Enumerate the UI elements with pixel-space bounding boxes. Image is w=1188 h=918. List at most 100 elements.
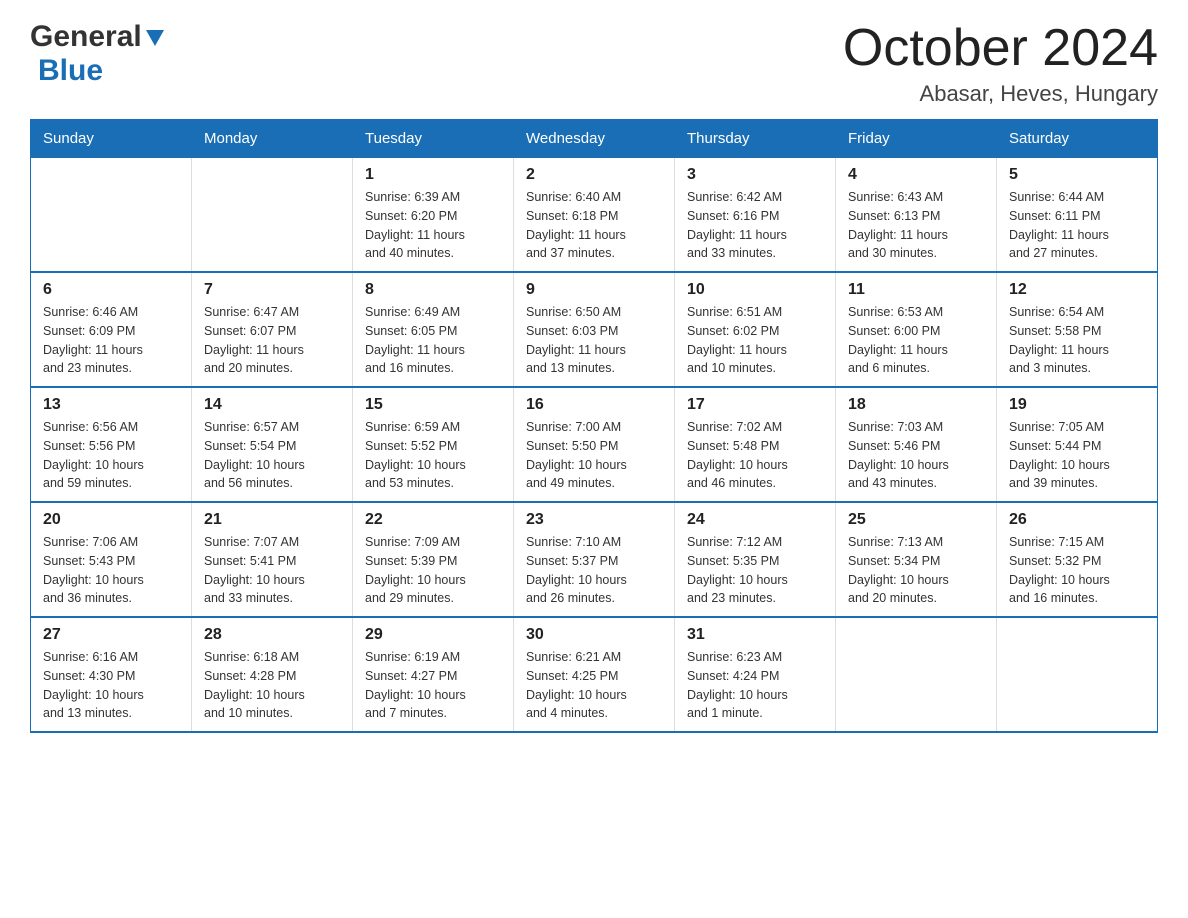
- calendar-cell: 13 Sunrise: 6:56 AM Sunset: 5:56 PM Dayli…: [31, 387, 192, 502]
- day-number: 23: [526, 511, 662, 529]
- day-number: 2: [526, 166, 662, 184]
- day-number: 21: [204, 511, 340, 529]
- header-cell-wednesday: Wednesday: [514, 120, 675, 158]
- day-info: Sunrise: 7:06 AM Sunset: 5:43 PM Dayligh…: [43, 533, 179, 608]
- calendar-header: SundayMondayTuesdayWednesdayThursdayFrid…: [31, 120, 1158, 158]
- day-info: Sunrise: 7:07 AM Sunset: 5:41 PM Dayligh…: [204, 533, 340, 608]
- calendar-cell: 8Sunrise: 6:49 AM Sunset: 6:05 PM Daylig…: [353, 272, 514, 387]
- header-cell-monday: Monday: [192, 120, 353, 158]
- day-number: 22: [365, 511, 501, 529]
- calendar-cell: [836, 617, 997, 732]
- day-info: Sunrise: 6:19 AM Sunset: 4:27 PM Dayligh…: [365, 648, 501, 723]
- day-info: Sunrise: 7:00 AM Sunset: 5:50 PM Dayligh…: [526, 418, 662, 493]
- day-number: 5: [1009, 166, 1145, 184]
- day-number: 29: [365, 626, 501, 644]
- calendar-cell: 20 Sunrise: 7:06 AM Sunset: 5:43 PM Dayli…: [31, 502, 192, 617]
- day-info: Sunrise: 6:50 AM Sunset: 6:03 PM Dayligh…: [526, 303, 662, 378]
- calendar-cell: 12Sunrise: 6:54 AM Sunset: 5:58 PM Dayli…: [997, 272, 1158, 387]
- day-number: 15: [365, 396, 501, 414]
- day-info: Sunrise: 6:46 AM Sunset: 6:09 PM Dayligh…: [43, 303, 179, 378]
- day-number: 9: [526, 281, 662, 299]
- header-cell-saturday: Saturday: [997, 120, 1158, 158]
- page-header: General Blue October 2024 Abasar, Heves,…: [30, 20, 1158, 107]
- week-row-5: 27Sunrise: 6:16 AM Sunset: 4:30 PM Dayli…: [31, 617, 1158, 732]
- calendar-cell: 26 Sunrise: 7:15 AM Sunset: 5:32 PM Dayli…: [997, 502, 1158, 617]
- calendar-cell: 25 Sunrise: 7:13 AM Sunset: 5:34 PM Dayli…: [836, 502, 997, 617]
- day-info: Sunrise: 6:40 AM Sunset: 6:18 PM Dayligh…: [526, 188, 662, 263]
- calendar-cell: 30Sunrise: 6:21 AM Sunset: 4:25 PM Dayli…: [514, 617, 675, 732]
- day-number: 31: [687, 626, 823, 644]
- day-number: 27: [43, 626, 179, 644]
- page-subtitle: Abasar, Heves, Hungary: [843, 81, 1158, 107]
- calendar-cell: [192, 158, 353, 273]
- calendar-cell: [997, 617, 1158, 732]
- calendar-cell: 15Sunrise: 6:59 AM Sunset: 5:52 PM Dayli…: [353, 387, 514, 502]
- calendar-cell: 18Sunrise: 7:03 AM Sunset: 5:46 PM Dayli…: [836, 387, 997, 502]
- day-info: Sunrise: 7:10 AM Sunset: 5:37 PM Dayligh…: [526, 533, 662, 608]
- day-number: 7: [204, 281, 340, 299]
- calendar-cell: 22 Sunrise: 7:09 AM Sunset: 5:39 PM Dayli…: [353, 502, 514, 617]
- day-info: Sunrise: 7:05 AM Sunset: 5:44 PM Dayligh…: [1009, 418, 1145, 493]
- day-info: Sunrise: 6:18 AM Sunset: 4:28 PM Dayligh…: [204, 648, 340, 723]
- calendar-cell: 14 Sunrise: 6:57 AM Sunset: 5:54 PM Dayli…: [192, 387, 353, 502]
- day-number: 26: [1009, 511, 1145, 529]
- day-info: Sunrise: 7:09 AM Sunset: 5:39 PM Dayligh…: [365, 533, 501, 608]
- calendar-cell: 11 Sunrise: 6:53 AM Sunset: 6:00 PM Dayli…: [836, 272, 997, 387]
- calendar-cell: 7 Sunrise: 6:47 AM Sunset: 6:07 PM Daylig…: [192, 272, 353, 387]
- day-number: 24: [687, 511, 823, 529]
- calendar-cell: 9 Sunrise: 6:50 AM Sunset: 6:03 PM Daylig…: [514, 272, 675, 387]
- day-info: Sunrise: 6:51 AM Sunset: 6:02 PM Dayligh…: [687, 303, 823, 378]
- day-number: 11: [848, 281, 984, 299]
- day-info: Sunrise: 6:42 AM Sunset: 6:16 PM Dayligh…: [687, 188, 823, 263]
- calendar-cell: 6 Sunrise: 6:46 AM Sunset: 6:09 PM Daylig…: [31, 272, 192, 387]
- calendar-cell: 3 Sunrise: 6:42 AM Sunset: 6:16 PM Daylig…: [675, 158, 836, 273]
- day-info: Sunrise: 7:13 AM Sunset: 5:34 PM Dayligh…: [848, 533, 984, 608]
- day-info: Sunrise: 7:02 AM Sunset: 5:48 PM Dayligh…: [687, 418, 823, 493]
- day-number: 6: [43, 281, 179, 299]
- logo-wrapper: General: [30, 20, 167, 54]
- header-cell-thursday: Thursday: [675, 120, 836, 158]
- calendar-cell: 2 Sunrise: 6:40 AM Sunset: 6:18 PM Daylig…: [514, 158, 675, 273]
- calendar-body: 1Sunrise: 6:39 AM Sunset: 6:20 PM Daylig…: [31, 158, 1158, 733]
- day-info: Sunrise: 6:47 AM Sunset: 6:07 PM Dayligh…: [204, 303, 340, 378]
- day-number: 20: [43, 511, 179, 529]
- day-number: 1: [365, 166, 501, 184]
- page-title: October 2024: [843, 20, 1158, 77]
- week-row-1: 1Sunrise: 6:39 AM Sunset: 6:20 PM Daylig…: [31, 158, 1158, 273]
- logo-general-text: General: [30, 20, 142, 54]
- calendar-cell: 21 Sunrise: 7:07 AM Sunset: 5:41 PM Dayli…: [192, 502, 353, 617]
- calendar-cell: 27Sunrise: 6:16 AM Sunset: 4:30 PM Dayli…: [31, 617, 192, 732]
- day-info: Sunrise: 7:15 AM Sunset: 5:32 PM Dayligh…: [1009, 533, 1145, 608]
- calendar-cell: 10 Sunrise: 6:51 AM Sunset: 6:02 PM Dayli…: [675, 272, 836, 387]
- calendar-cell: 5 Sunrise: 6:44 AM Sunset: 6:11 PM Daylig…: [997, 158, 1158, 273]
- day-info: Sunrise: 6:53 AM Sunset: 6:00 PM Dayligh…: [848, 303, 984, 378]
- week-row-2: 6 Sunrise: 6:46 AM Sunset: 6:09 PM Daylig…: [31, 272, 1158, 387]
- calendar-cell: 19Sunrise: 7:05 AM Sunset: 5:44 PM Dayli…: [997, 387, 1158, 502]
- title-area: October 2024 Abasar, Heves, Hungary: [843, 20, 1158, 107]
- calendar-cell: 29 Sunrise: 6:19 AM Sunset: 4:27 PM Dayli…: [353, 617, 514, 732]
- calendar-cell: [31, 158, 192, 273]
- calendar-cell: 24 Sunrise: 7:12 AM Sunset: 5:35 PM Dayli…: [675, 502, 836, 617]
- day-number: 4: [848, 166, 984, 184]
- day-info: Sunrise: 6:23 AM Sunset: 4:24 PM Dayligh…: [687, 648, 823, 723]
- calendar-cell: 28Sunrise: 6:18 AM Sunset: 4:28 PM Dayli…: [192, 617, 353, 732]
- day-number: 30: [526, 626, 662, 644]
- header-cell-sunday: Sunday: [31, 120, 192, 158]
- day-number: 10: [687, 281, 823, 299]
- day-number: 25: [848, 511, 984, 529]
- calendar-cell: 31 Sunrise: 6:23 AM Sunset: 4:24 PM Dayli…: [675, 617, 836, 732]
- day-number: 3: [687, 166, 823, 184]
- day-number: 17: [687, 396, 823, 414]
- day-info: Sunrise: 6:49 AM Sunset: 6:05 PM Dayligh…: [365, 303, 501, 378]
- day-info: Sunrise: 6:44 AM Sunset: 6:11 PM Dayligh…: [1009, 188, 1145, 263]
- calendar-cell: 17 Sunrise: 7:02 AM Sunset: 5:48 PM Dayli…: [675, 387, 836, 502]
- day-info: Sunrise: 6:57 AM Sunset: 5:54 PM Dayligh…: [204, 418, 340, 493]
- day-number: 14: [204, 396, 340, 414]
- day-number: 13: [43, 396, 179, 414]
- day-info: Sunrise: 7:12 AM Sunset: 5:35 PM Dayligh…: [687, 533, 823, 608]
- logo-second-line: Blue: [30, 54, 103, 88]
- day-info: Sunrise: 6:56 AM Sunset: 5:56 PM Dayligh…: [43, 418, 179, 493]
- logo-blue-text: Blue: [38, 54, 103, 88]
- header-row: SundayMondayTuesdayWednesdayThursdayFrid…: [31, 120, 1158, 158]
- calendar-cell: 1Sunrise: 6:39 AM Sunset: 6:20 PM Daylig…: [353, 158, 514, 273]
